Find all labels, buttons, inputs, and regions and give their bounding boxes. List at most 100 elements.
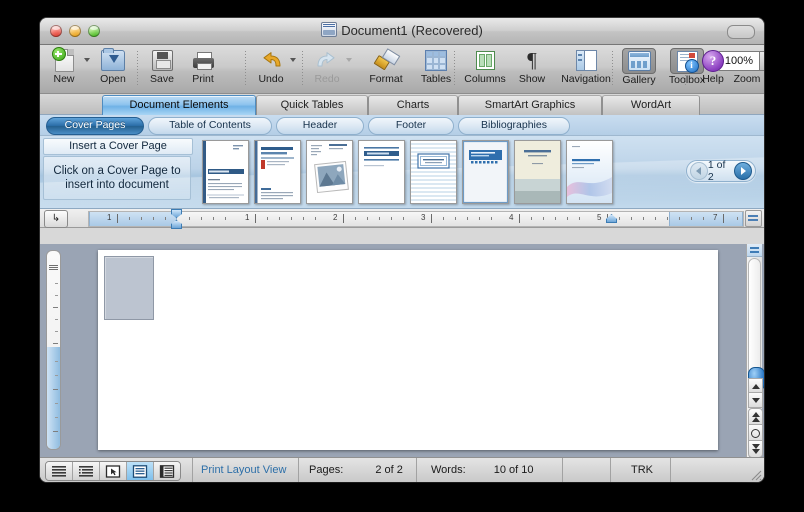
undo-dropdown-caret[interactable] bbox=[290, 58, 296, 62]
view-mode-label: Print Layout View bbox=[192, 458, 298, 482]
ribbon-subtab-bar: Cover Pages Table of Contents Header Foo… bbox=[40, 115, 764, 136]
cover-page-thumb-4[interactable] bbox=[358, 140, 405, 204]
help-button-group[interactable]: ? Help bbox=[689, 48, 737, 85]
subtab-cover-pages[interactable]: Cover Pages bbox=[46, 117, 144, 135]
undo-arrow-icon bbox=[260, 51, 282, 70]
show-button[interactable]: ¶ Show bbox=[513, 48, 551, 85]
tab-label: Document Elements bbox=[129, 99, 229, 111]
horizontal-ruler[interactable]: 1 1 2 3 4 5 7 bbox=[88, 211, 744, 227]
right-margin-region bbox=[669, 212, 743, 226]
cover-page-thumb-8[interactable] bbox=[566, 140, 613, 204]
ribbon-tab-bar: Document Elements Quick Tables Charts Sm… bbox=[40, 94, 764, 115]
cover-page-thumb-6[interactable] bbox=[462, 140, 509, 204]
subtab-bibliographies[interactable]: Bibliographies bbox=[458, 117, 570, 135]
format-button[interactable]: Format bbox=[362, 48, 410, 85]
tab-label: Quick Tables bbox=[280, 99, 344, 111]
save-disk-icon bbox=[151, 50, 173, 71]
new-dropdown-caret[interactable] bbox=[84, 58, 90, 62]
redo-button: Redo bbox=[310, 48, 344, 85]
cover-page-thumb-1[interactable] bbox=[202, 140, 249, 204]
pages-value: 2 of 2 bbox=[375, 464, 403, 476]
insert-cover-page-instructions: Click on a Cover Page to insert into doc… bbox=[43, 156, 191, 200]
ruler-number: 5 bbox=[597, 213, 602, 222]
navigation-button[interactable]: Navigation bbox=[555, 48, 617, 85]
save-button[interactable]: Save bbox=[144, 48, 180, 85]
document-area-wrap bbox=[40, 244, 764, 458]
print-layout-button[interactable] bbox=[127, 462, 154, 480]
scrollbar-track[interactable] bbox=[748, 258, 764, 391]
subtab-label: Header bbox=[302, 119, 338, 131]
spelling-status-field[interactable] bbox=[562, 458, 610, 482]
cover-page-thumb-2[interactable] bbox=[254, 140, 301, 204]
document-page[interactable] bbox=[98, 250, 718, 450]
status-bar: Print Layout View Pages: 2 of 2 Words: 1… bbox=[40, 457, 764, 482]
gallery-next-button[interactable] bbox=[734, 162, 752, 180]
subtab-label: Bibliographies bbox=[481, 119, 547, 131]
gallery-button[interactable]: Gallery bbox=[616, 48, 662, 86]
navigation-button-label: Navigation bbox=[561, 73, 611, 85]
navigation-pane-icon bbox=[575, 50, 597, 71]
cover-page-thumb-3[interactable] bbox=[306, 140, 353, 204]
notebook-layout-button[interactable] bbox=[154, 462, 180, 480]
tab-document-elements[interactable]: Document Elements bbox=[102, 95, 256, 115]
cover-page-gallery: Insert a Cover Page Click on a Cover Pag… bbox=[40, 136, 764, 209]
zoom-dropdown-caret[interactable] bbox=[759, 50, 764, 71]
gallery-icon bbox=[627, 51, 651, 71]
table-grid-icon bbox=[425, 50, 447, 71]
pages-label: Pages: bbox=[309, 464, 344, 476]
tab-smartart-graphics[interactable]: SmartArt Graphics bbox=[458, 95, 602, 115]
vertical-ruler[interactable] bbox=[46, 250, 61, 450]
window-title: Document1 (Recovered) bbox=[40, 22, 764, 38]
ruler-number: 7 bbox=[713, 213, 718, 222]
ruler-scroll-button[interactable] bbox=[745, 210, 762, 227]
help-button-label: Help bbox=[702, 73, 724, 85]
tables-button-label: Tables bbox=[420, 73, 452, 85]
columns-button-label: Columns bbox=[464, 73, 506, 85]
cover-page-thumb-5[interactable] bbox=[410, 140, 457, 204]
new-button[interactable]: New bbox=[46, 47, 82, 85]
tab-charts[interactable]: Charts bbox=[368, 95, 458, 115]
tab-stop-selector[interactable]: ↳ bbox=[44, 210, 68, 228]
gallery-prev-button[interactable] bbox=[690, 162, 708, 180]
open-button-label: Open bbox=[100, 73, 126, 85]
gallery-button-label: Gallery bbox=[622, 74, 656, 86]
new-button-label: New bbox=[53, 73, 75, 85]
vertical-scrollbar[interactable] bbox=[746, 244, 764, 458]
subtab-header[interactable]: Header bbox=[276, 117, 364, 135]
gallery-page-label: 1 of 2 bbox=[707, 159, 726, 183]
tab-label: SmartArt Graphics bbox=[484, 99, 576, 111]
track-changes-field[interactable]: TRK bbox=[610, 458, 670, 482]
open-button[interactable]: Open bbox=[94, 48, 132, 85]
new-document-icon bbox=[51, 47, 74, 72]
next-page-button[interactable] bbox=[748, 440, 763, 458]
save-button-label: Save bbox=[150, 73, 174, 85]
cover-page-thumb-7[interactable] bbox=[514, 140, 561, 204]
toolbar-toggle-button[interactable] bbox=[727, 25, 755, 39]
ribbon: Document Elements Quick Tables Charts Sm… bbox=[40, 94, 764, 209]
outline-view-button[interactable] bbox=[73, 462, 100, 480]
view-buttons-group bbox=[45, 461, 181, 481]
redo-arrow-icon bbox=[316, 51, 338, 70]
pilcrow-icon: ¶ bbox=[527, 48, 537, 72]
split-document-button[interactable] bbox=[747, 244, 762, 257]
draft-view-button[interactable] bbox=[46, 462, 73, 480]
undo-button[interactable]: Undo bbox=[254, 48, 288, 85]
tables-button[interactable]: Tables bbox=[415, 48, 457, 85]
publishing-layout-button[interactable] bbox=[100, 462, 127, 480]
page-margin-placeholder bbox=[104, 256, 154, 320]
title-bar: Document1 (Recovered) bbox=[40, 18, 764, 45]
subtab-table-of-contents[interactable]: Table of Contents bbox=[148, 117, 272, 135]
header-marker bbox=[49, 265, 58, 271]
scroll-down-button[interactable] bbox=[748, 392, 763, 408]
columns-button[interactable]: Columns bbox=[460, 48, 510, 85]
left-margin-region bbox=[89, 212, 177, 226]
toolbar-separator bbox=[137, 51, 138, 87]
print-button[interactable]: Print bbox=[185, 48, 221, 85]
show-button-label: Show bbox=[518, 73, 546, 85]
resize-grip[interactable] bbox=[749, 468, 762, 481]
tab-label: Charts bbox=[396, 99, 430, 111]
subtab-footer[interactable]: Footer bbox=[368, 117, 454, 135]
tab-wordart[interactable]: WordArt bbox=[602, 95, 700, 115]
ruler-bar: ↳ 1 1 2 3 4 5 7 bbox=[40, 209, 764, 229]
tab-quick-tables[interactable]: Quick Tables bbox=[256, 95, 368, 115]
